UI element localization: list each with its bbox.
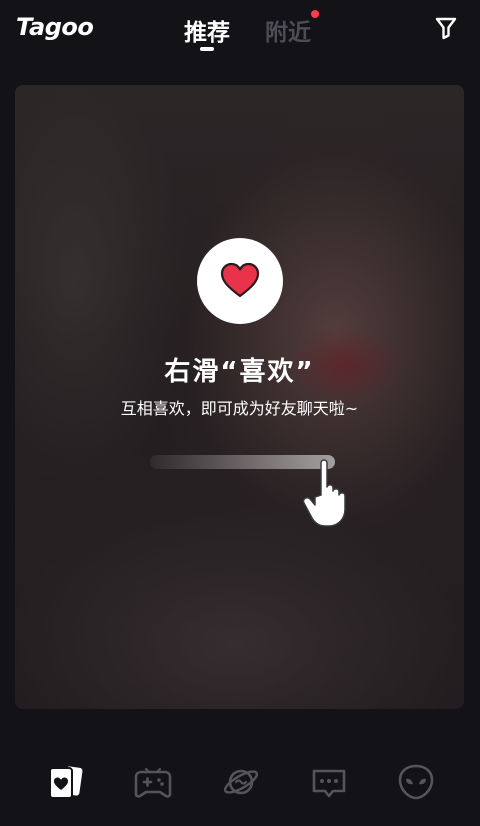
nav-cards[interactable]: [45, 762, 85, 802]
alien-icon: [398, 764, 434, 800]
cards-icon: [49, 766, 83, 799]
message-icon: [312, 769, 346, 798]
active-tab-indicator: [200, 47, 214, 51]
tab-nearby[interactable]: 附近: [265, 13, 311, 47]
nav-planet[interactable]: [221, 762, 261, 802]
top-bar: Tagoo 推荐 附近: [0, 0, 480, 60]
app-root: Tagoo 推荐 附近 右滑“喜欢” 互相喜欢，即可成为好友聊天啦~: [0, 0, 480, 826]
nav-messages[interactable]: [309, 762, 349, 802]
hand-pointer-icon: [295, 457, 355, 529]
swipe-hint-title: 右滑“喜欢”: [164, 357, 315, 387]
swipe-hint-subtitle: 互相喜欢，即可成为好友聊天啦~: [120, 399, 359, 418]
like-badge: [197, 238, 283, 324]
planet-icon: [223, 769, 259, 795]
bottom-navigation: [0, 746, 480, 816]
nav-games[interactable]: [133, 762, 173, 802]
gamepad-icon: [134, 767, 172, 798]
profile-card[interactable]: 右滑“喜欢” 互相喜欢，即可成为好友聊天啦~: [15, 85, 464, 709]
notification-dot: [311, 10, 319, 18]
filter-icon[interactable]: [434, 16, 458, 40]
heart-icon: [220, 262, 260, 298]
app-logo: Tagoo: [16, 13, 94, 41]
tab-recommend[interactable]: 推荐: [184, 13, 230, 47]
nav-profile[interactable]: [396, 762, 436, 802]
